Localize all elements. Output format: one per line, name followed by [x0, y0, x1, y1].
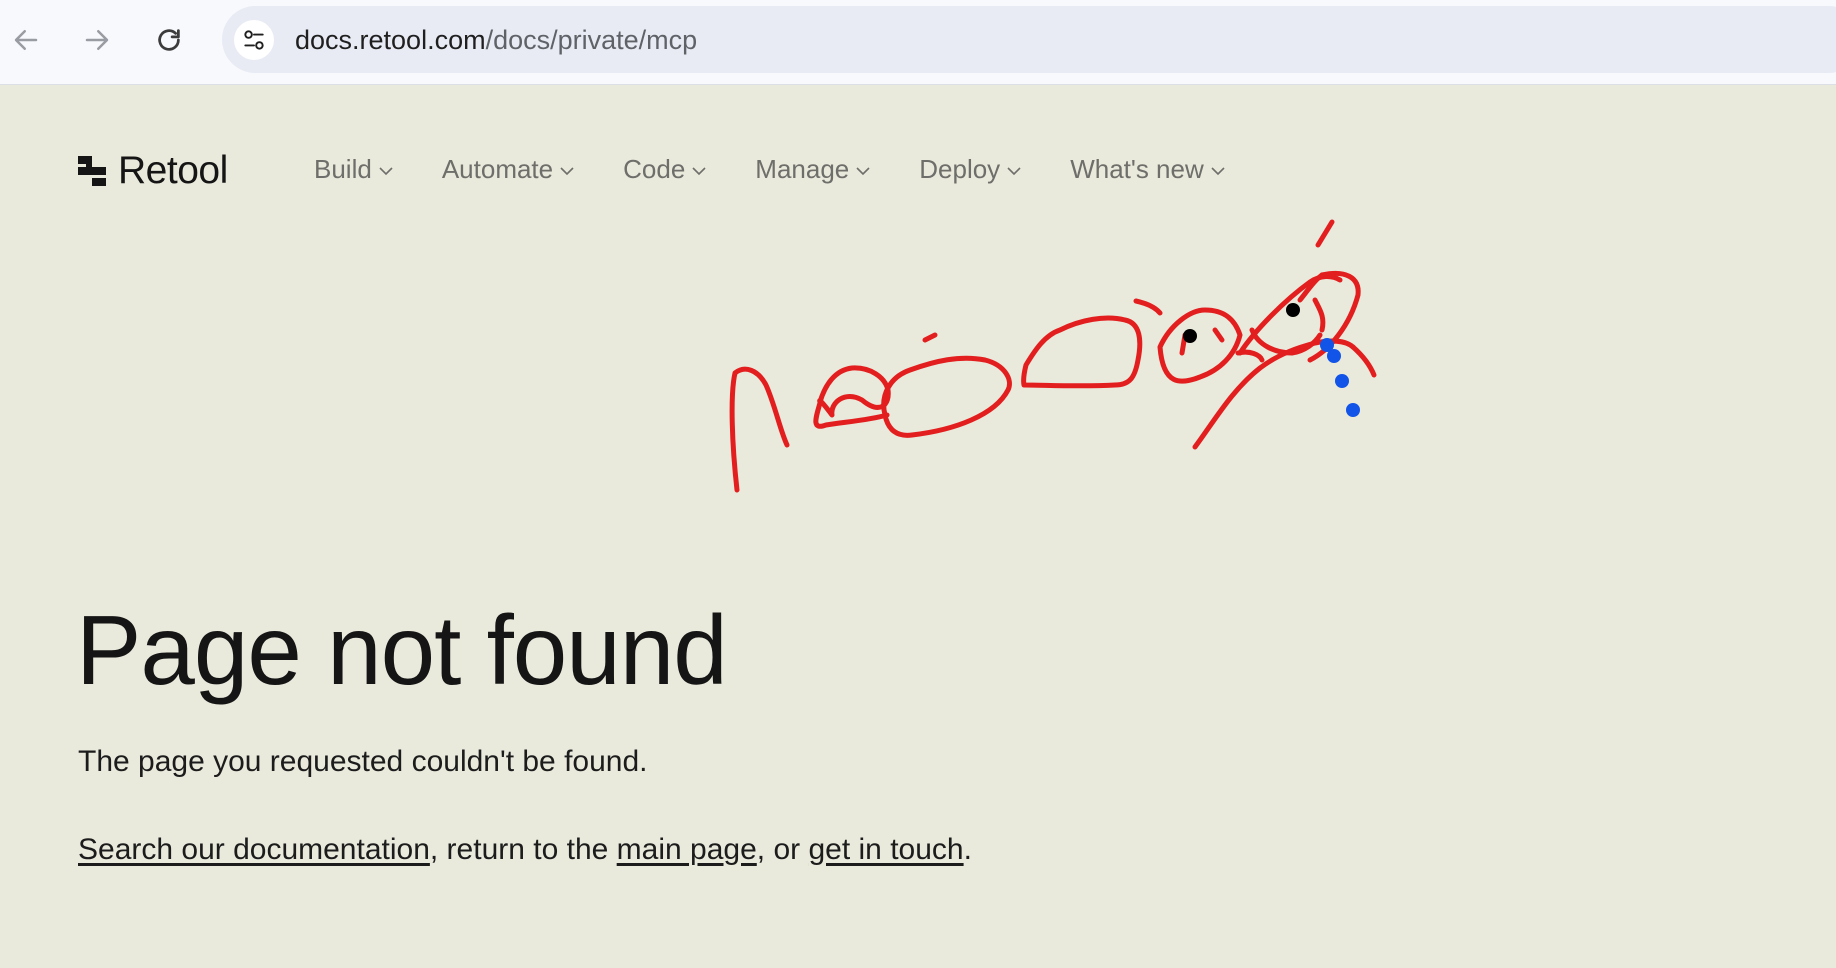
browser-toolbar: docs.retool.com/docs/private/mcp	[0, 0, 1836, 85]
doodle-red-strokes	[729, 219, 1377, 493]
reload-button[interactable]	[147, 18, 191, 62]
get-in-touch-link[interactable]: get in touch	[808, 833, 963, 866]
logo-text: Retool	[118, 149, 228, 192]
search-docs-link[interactable]: Search our documentation	[78, 833, 430, 866]
page-content: Retool Build Automate Code Manage Deploy…	[0, 85, 1836, 968]
url-path: /docs/private/mcp	[485, 25, 698, 55]
chevron-down-icon	[1007, 166, 1021, 175]
page-title: Page not found	[76, 595, 728, 705]
nav-manage-label: Manage	[755, 154, 850, 184]
nav-whats-new-label: What's new	[1070, 154, 1204, 184]
site-info-button[interactable]	[234, 20, 274, 60]
nav-deploy-label: Deploy	[919, 154, 1001, 184]
nav-automate-label: Automate	[441, 154, 554, 184]
retool-logo-icon	[78, 156, 106, 186]
chevron-down-icon	[379, 166, 393, 175]
url-text[interactable]: docs.retool.com/docs/private/mcp	[295, 26, 697, 54]
forward-button[interactable]	[75, 18, 119, 62]
url-host: docs.retool.com	[295, 25, 486, 55]
back-button[interactable]	[4, 18, 48, 62]
nav-deploy[interactable]: Deploy	[919, 154, 1022, 185]
nav-whats-new[interactable]: What's new	[1070, 154, 1226, 185]
help-text-2: , or	[756, 833, 809, 866]
nav-build[interactable]: Build	[314, 154, 394, 185]
main-navigation: Build Automate Code Manage Deploy What's…	[314, 154, 1274, 185]
chevron-down-icon	[560, 166, 574, 175]
nav-automate[interactable]: Automate	[442, 154, 575, 185]
chevron-down-icon	[856, 166, 870, 175]
error-message: The page you requested couldn't be found…	[78, 745, 648, 778]
reload-icon	[158, 29, 180, 51]
nav-code-label: Code	[623, 154, 686, 184]
nav-build-label: Build	[314, 154, 372, 184]
arrow-right-icon	[85, 30, 109, 50]
help-links: Search our documentation, return to the …	[78, 833, 972, 867]
nav-manage[interactable]: Manage	[755, 154, 871, 185]
retool-logo-link[interactable]: Retool	[78, 149, 228, 192]
tune-icon	[244, 30, 264, 50]
help-text-3: .	[963, 833, 972, 866]
nav-code[interactable]: Code	[623, 154, 707, 185]
address-bar[interactable]: docs.retool.com/docs/private/mcp	[222, 6, 1836, 73]
arrow-left-icon	[14, 30, 38, 50]
main-page-link[interactable]: main page	[617, 833, 757, 866]
help-text-1: , return to the	[429, 833, 617, 866]
doodle-dots	[1183, 303, 1360, 417]
chevron-down-icon	[692, 166, 706, 175]
chevron-down-icon	[1211, 166, 1225, 175]
